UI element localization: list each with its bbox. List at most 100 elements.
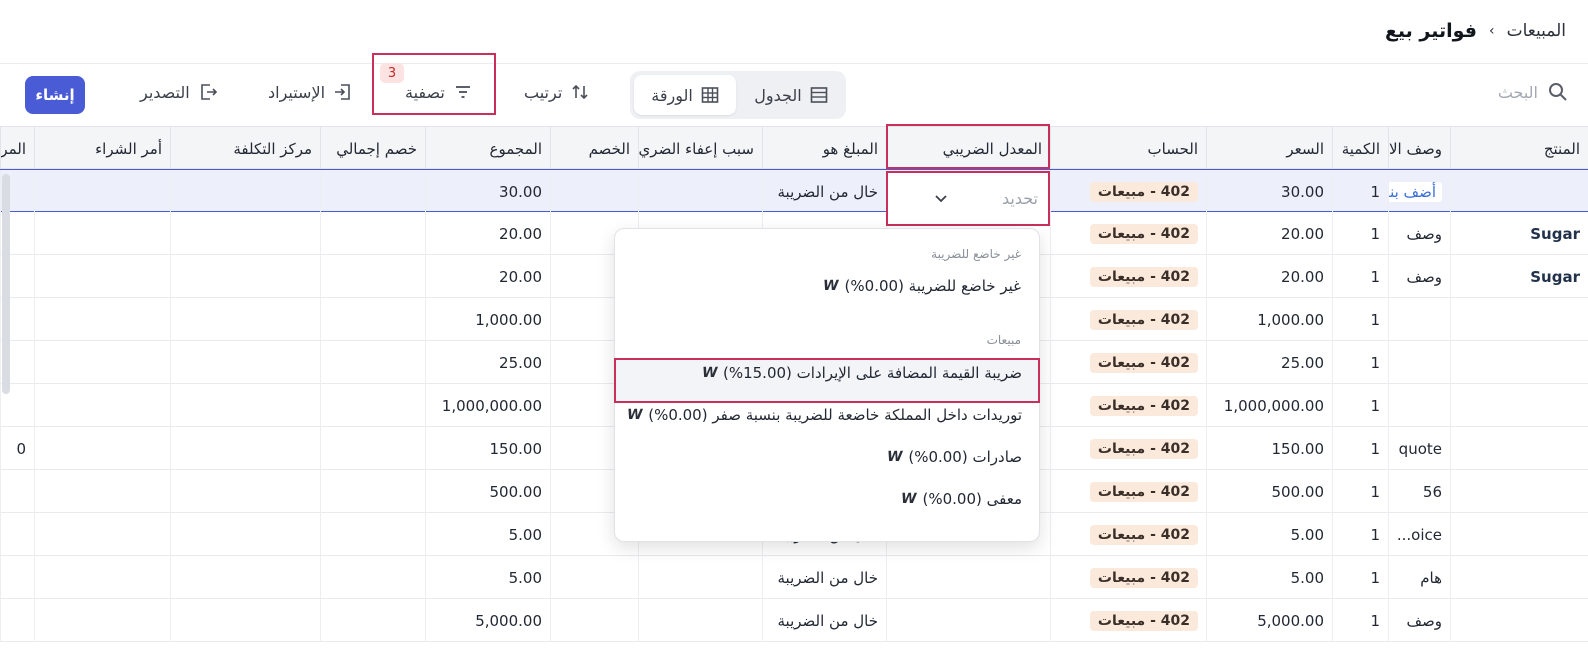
breadcrumb-sales-link[interactable]: المبيعات [1507,21,1566,41]
cell-tax-rate[interactable] [886,556,1050,599]
cell-description[interactable]: oice... [1388,513,1450,556]
option-domestic-zero-rated[interactable]: توريدات داخل المملكة خاضعة للضريبة بنسبة… [625,406,1022,424]
cell-tax-rate[interactable] [886,599,1050,642]
column-header-discount[interactable]: الخصم [550,127,638,170]
cell-total[interactable]: 150.00 [425,427,550,470]
column-header-purchase-order[interactable]: أمر الشراء [34,127,170,170]
cell-account[interactable]: 402 - مبيعات [1050,599,1206,642]
column-header-total[interactable]: المجموع [425,127,550,170]
cell-product[interactable] [1450,470,1588,513]
cell-purchase-order[interactable] [34,384,170,427]
cell-cost-center[interactable] [170,298,320,341]
cell-product[interactable]: Sugar [1450,212,1588,255]
cell-global-discount[interactable] [320,513,425,556]
column-header-more[interactable]: المر [0,127,34,170]
cell-cost-center[interactable] [170,255,320,298]
cell-quantity[interactable]: 1 [1332,427,1388,470]
table-row[interactable]: أضف بند 1 30.00 402 - مبيعات خال من الضريبة 3… [0,169,1588,213]
cell-account[interactable]: 402 - مبيعات [1050,513,1206,556]
cell-account[interactable]: 402 - مبيعات [1050,170,1206,213]
cell-purchase-order[interactable] [34,599,170,642]
cell-product[interactable] [1450,384,1588,427]
cell-global-discount[interactable] [320,298,425,341]
cell-description[interactable] [1388,384,1450,427]
cell-global-discount[interactable] [320,556,425,599]
column-header-exemption-reason[interactable]: سبب إعفاء الضري [638,127,762,170]
cell-more[interactable] [0,470,34,513]
cell-total[interactable]: 1,000.00 [425,298,550,341]
cell-discount[interactable] [550,170,638,213]
column-header-price[interactable]: السعر [1206,127,1332,170]
cell-quantity[interactable]: 1 [1332,298,1388,341]
cell-quantity[interactable]: 1 [1332,470,1388,513]
cell-amount-is[interactable]: خال من الضريبة [762,556,886,599]
cell-description[interactable]: وصف [1388,599,1450,642]
cell-quantity[interactable]: 1 [1332,341,1388,384]
option-exports[interactable]: صادرات (0.00%) W [626,448,1022,466]
tax-rate-select[interactable] [886,171,1050,226]
cell-product[interactable] [1450,341,1588,384]
cell-price[interactable]: 30.00 [1206,170,1332,213]
column-header-quantity[interactable]: الكمية [1332,127,1388,170]
cell-exemption-reason[interactable] [638,556,762,599]
cell-product[interactable] [1450,599,1588,642]
cell-price[interactable]: 20.00 [1206,255,1332,298]
export-button[interactable]: التصدير [140,82,218,102]
cell-account[interactable]: 402 - مبيعات [1050,341,1206,384]
import-button[interactable]: الإستيراد [268,82,353,102]
cell-global-discount[interactable] [320,170,425,213]
cell-more[interactable] [0,599,34,642]
column-header-description[interactable]: وصف الا [1388,127,1450,170]
cell-more[interactable] [0,513,34,556]
cell-purchase-order[interactable] [34,212,170,255]
cell-description[interactable]: 56 [1388,470,1450,513]
cell-quantity[interactable]: 1 [1332,556,1388,599]
cell-account[interactable]: 402 - مبيعات [1050,212,1206,255]
cell-cost-center[interactable] [170,599,320,642]
column-header-product[interactable]: المنتج [1450,127,1588,170]
cell-description[interactable] [1388,298,1450,341]
cell-cost-center[interactable] [170,556,320,599]
cell-price[interactable]: 5,000.00 [1206,599,1332,642]
column-header-global-discount[interactable]: خصم إجمالي [320,127,425,170]
cell-total[interactable]: 5.00 [425,513,550,556]
cell-total[interactable]: 1,000,000.00 [425,384,550,427]
cell-price[interactable]: 25.00 [1206,341,1332,384]
create-button[interactable]: إنشاء [25,76,85,114]
cell-total[interactable]: 5.00 [425,556,550,599]
cell-total[interactable]: 20.00 [425,255,550,298]
cell-total[interactable]: 30.00 [425,170,550,213]
cell-quantity[interactable]: 1 [1332,212,1388,255]
cell-purchase-order[interactable] [34,298,170,341]
cell-cost-center[interactable] [170,384,320,427]
cell-total[interactable]: 500.00 [425,470,550,513]
cell-more[interactable] [0,556,34,599]
sort-button[interactable]: ترتيب [524,82,590,102]
option-exempt[interactable]: معفى (0.00%) W [626,490,1022,508]
cell-cost-center[interactable] [170,170,320,213]
cell-description[interactable] [1388,341,1450,384]
cell-quantity[interactable]: 1 [1332,599,1388,642]
cell-exemption-reason[interactable] [638,599,762,642]
cell-product[interactable] [1450,556,1588,599]
cell-price[interactable]: 150.00 [1206,427,1332,470]
cell-quantity[interactable]: 1 [1332,170,1388,213]
cell-description[interactable]: أضف بند [1388,170,1450,213]
view-table-button[interactable]: الجدول [740,75,842,115]
cell-product[interactable] [1450,427,1588,470]
cell-global-discount[interactable] [320,341,425,384]
cell-account[interactable]: 402 - مبيعات [1050,556,1206,599]
cell-price[interactable]: 20.00 [1206,212,1332,255]
table-row[interactable]: وصف 1 5,000.00 402 - مبيعات خال من الضريبة 5,… [0,599,1588,642]
cell-purchase-order[interactable] [34,427,170,470]
cell-total[interactable]: 20.00 [425,212,550,255]
cell-account[interactable]: 402 - مبيعات [1050,427,1206,470]
column-header-account[interactable]: الحساب [1050,127,1206,170]
cell-account[interactable]: 402 - مبيعات [1050,298,1206,341]
cell-cost-center[interactable] [170,470,320,513]
cell-description[interactable]: quote [1388,427,1450,470]
column-header-amount-is[interactable]: المبلغ هو [762,127,886,170]
cell-amount-is[interactable]: خال من الضريبة [762,599,886,642]
cell-global-discount[interactable] [320,384,425,427]
cell-quantity[interactable]: 1 [1332,255,1388,298]
